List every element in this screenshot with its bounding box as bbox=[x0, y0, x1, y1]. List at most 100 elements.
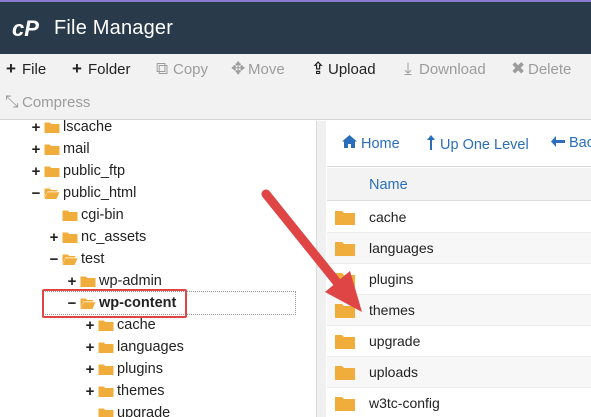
collapse-icon[interactable]: − bbox=[30, 185, 42, 202]
tree-item-label: public_html bbox=[63, 185, 137, 201]
collapse-icon[interactable]: − bbox=[48, 251, 60, 268]
folder-icon bbox=[44, 187, 60, 199]
tree-item-themes[interactable]: + themes bbox=[84, 380, 165, 402]
back-button[interactable]: Back bbox=[551, 135, 591, 151]
move-button[interactable]: ✥ Move bbox=[231, 59, 285, 79]
tree-item-wp-content[interactable]: − wp-content bbox=[66, 292, 177, 314]
folder-icon bbox=[62, 231, 78, 243]
expand-icon[interactable]: + bbox=[66, 273, 78, 290]
delete-icon: ✖ bbox=[511, 59, 526, 78]
folder-icon bbox=[335, 333, 355, 349]
new-file-button[interactable]: + File bbox=[5, 59, 46, 79]
new-folder-label: Folder bbox=[88, 60, 131, 78]
expand-icon[interactable]: + bbox=[84, 317, 96, 334]
file-list-pane: Home Up One Level Back Name cache languag… bbox=[327, 121, 591, 417]
download-button[interactable]: ⤓ Download bbox=[402, 59, 486, 79]
expand-icon[interactable]: + bbox=[84, 361, 96, 378]
folder-icon bbox=[335, 271, 355, 287]
folder-icon bbox=[335, 364, 355, 380]
upload-button[interactable]: ⇪ Upload bbox=[311, 59, 376, 79]
upload-label: Upload bbox=[328, 60, 376, 78]
tree-item-public_html[interactable]: − public_html bbox=[30, 182, 137, 204]
tree-item-plugins[interactable]: + plugins bbox=[84, 358, 163, 380]
expand-icon[interactable]: + bbox=[30, 141, 42, 158]
title-bar: cP File Manager bbox=[0, 0, 591, 54]
compress-button[interactable]: ⤡ Compress bbox=[5, 92, 90, 112]
folder-icon bbox=[62, 253, 78, 265]
tree-item-label: themes bbox=[117, 383, 165, 399]
tree-item-wp-admin[interactable]: + wp-admin bbox=[66, 270, 162, 292]
tree-item-nc_assets[interactable]: + nc_assets bbox=[48, 226, 147, 248]
navigation-bar: Home Up One Level Back bbox=[327, 121, 591, 167]
expand-icon[interactable]: + bbox=[84, 339, 96, 356]
app-title: File Manager bbox=[54, 16, 174, 39]
folder-icon bbox=[335, 209, 355, 225]
new-folder-button[interactable]: + Folder bbox=[71, 59, 131, 79]
folder-icon bbox=[98, 363, 114, 375]
folder-icon bbox=[44, 143, 60, 155]
file-row-uploads[interactable]: uploads bbox=[327, 357, 591, 388]
up-one-level-button[interactable]: Up One Level bbox=[426, 135, 529, 154]
new-file-label: File bbox=[22, 60, 47, 78]
pane-divider[interactable] bbox=[316, 121, 326, 417]
file-name: w3tc-config bbox=[369, 395, 440, 411]
download-icon: ⤓ bbox=[404, 59, 412, 78]
copy-label: Copy bbox=[173, 60, 209, 78]
copy-button[interactable]: ⧉ Copy bbox=[156, 59, 208, 79]
file-name: languages bbox=[369, 240, 434, 256]
folder-icon bbox=[98, 341, 114, 353]
folder-icon bbox=[335, 240, 355, 256]
home-button[interactable]: Home bbox=[342, 135, 400, 152]
home-icon bbox=[342, 135, 357, 152]
tree-item-lscache[interactable]: + lscache bbox=[30, 116, 113, 138]
cpanel-logo-icon: cP bbox=[12, 16, 39, 40]
svg-text:cP: cP bbox=[12, 16, 39, 40]
download-label: Download bbox=[419, 60, 486, 78]
delete-button[interactable]: ✖ Delete bbox=[511, 59, 571, 79]
file-row-themes[interactable]: themes bbox=[327, 295, 591, 326]
file-row-upgrade[interactable]: upgrade bbox=[327, 326, 591, 357]
tree-item-label: test bbox=[81, 251, 105, 267]
tree-item-label: nc_assets bbox=[81, 229, 147, 245]
folder-icon bbox=[98, 407, 114, 417]
folder-icon bbox=[98, 319, 114, 331]
tree-item-label: plugins bbox=[117, 361, 163, 377]
folder-icon bbox=[62, 209, 78, 221]
move-icon: ✥ bbox=[231, 59, 246, 78]
file-row-cache[interactable]: cache bbox=[327, 202, 591, 233]
compress-icon: ⤡ bbox=[5, 92, 19, 111]
tree-item-mail[interactable]: + mail bbox=[30, 138, 90, 160]
tree-item-languages[interactable]: + languages bbox=[84, 336, 184, 358]
file-row-plugins[interactable]: plugins bbox=[327, 264, 591, 295]
tree-item-cache[interactable]: + cache bbox=[84, 314, 156, 336]
move-label: Move bbox=[248, 60, 285, 78]
folder-icon bbox=[44, 121, 60, 133]
tree-item-test[interactable]: − test bbox=[48, 248, 105, 270]
folder-icon bbox=[80, 275, 96, 287]
collapse-icon[interactable]: − bbox=[66, 295, 78, 312]
expand-icon[interactable]: + bbox=[84, 383, 96, 400]
folder-icon bbox=[98, 385, 114, 397]
toolbar: + File + Folder ⧉ Copy ✥ Move ⇪ Upload ⤓… bbox=[0, 54, 591, 120]
folder-icon bbox=[335, 395, 355, 411]
file-row-languages[interactable]: languages bbox=[327, 233, 591, 264]
file-row-w3tc-config[interactable]: w3tc-config bbox=[327, 388, 591, 417]
file-name: plugins bbox=[369, 271, 414, 287]
copy-icon: ⧉ bbox=[156, 59, 169, 78]
tree-item-label: languages bbox=[117, 339, 184, 355]
name-column-header[interactable]: Name bbox=[369, 177, 408, 193]
folder-icon bbox=[335, 302, 355, 318]
expand-icon[interactable]: + bbox=[30, 119, 42, 136]
file-manager-window: cP File Manager + File + Folder ⧉ Copy ✥… bbox=[0, 0, 591, 417]
tree-item-label: mail bbox=[63, 141, 90, 157]
tree-item-public_ftp[interactable]: + public_ftp bbox=[30, 160, 125, 182]
up-one-level-label: Up One Level bbox=[440, 136, 529, 153]
delete-label: Delete bbox=[528, 60, 572, 78]
tree-item-upgrade[interactable]: upgrade bbox=[84, 402, 170, 417]
expand-icon[interactable]: + bbox=[30, 163, 42, 180]
tree-item-label: cgi-bin bbox=[81, 207, 124, 223]
folder-icon bbox=[44, 165, 60, 177]
up-arrow-icon bbox=[426, 135, 436, 154]
tree-item-cgi-bin[interactable]: cgi-bin bbox=[48, 204, 124, 226]
expand-icon[interactable]: + bbox=[48, 229, 60, 246]
